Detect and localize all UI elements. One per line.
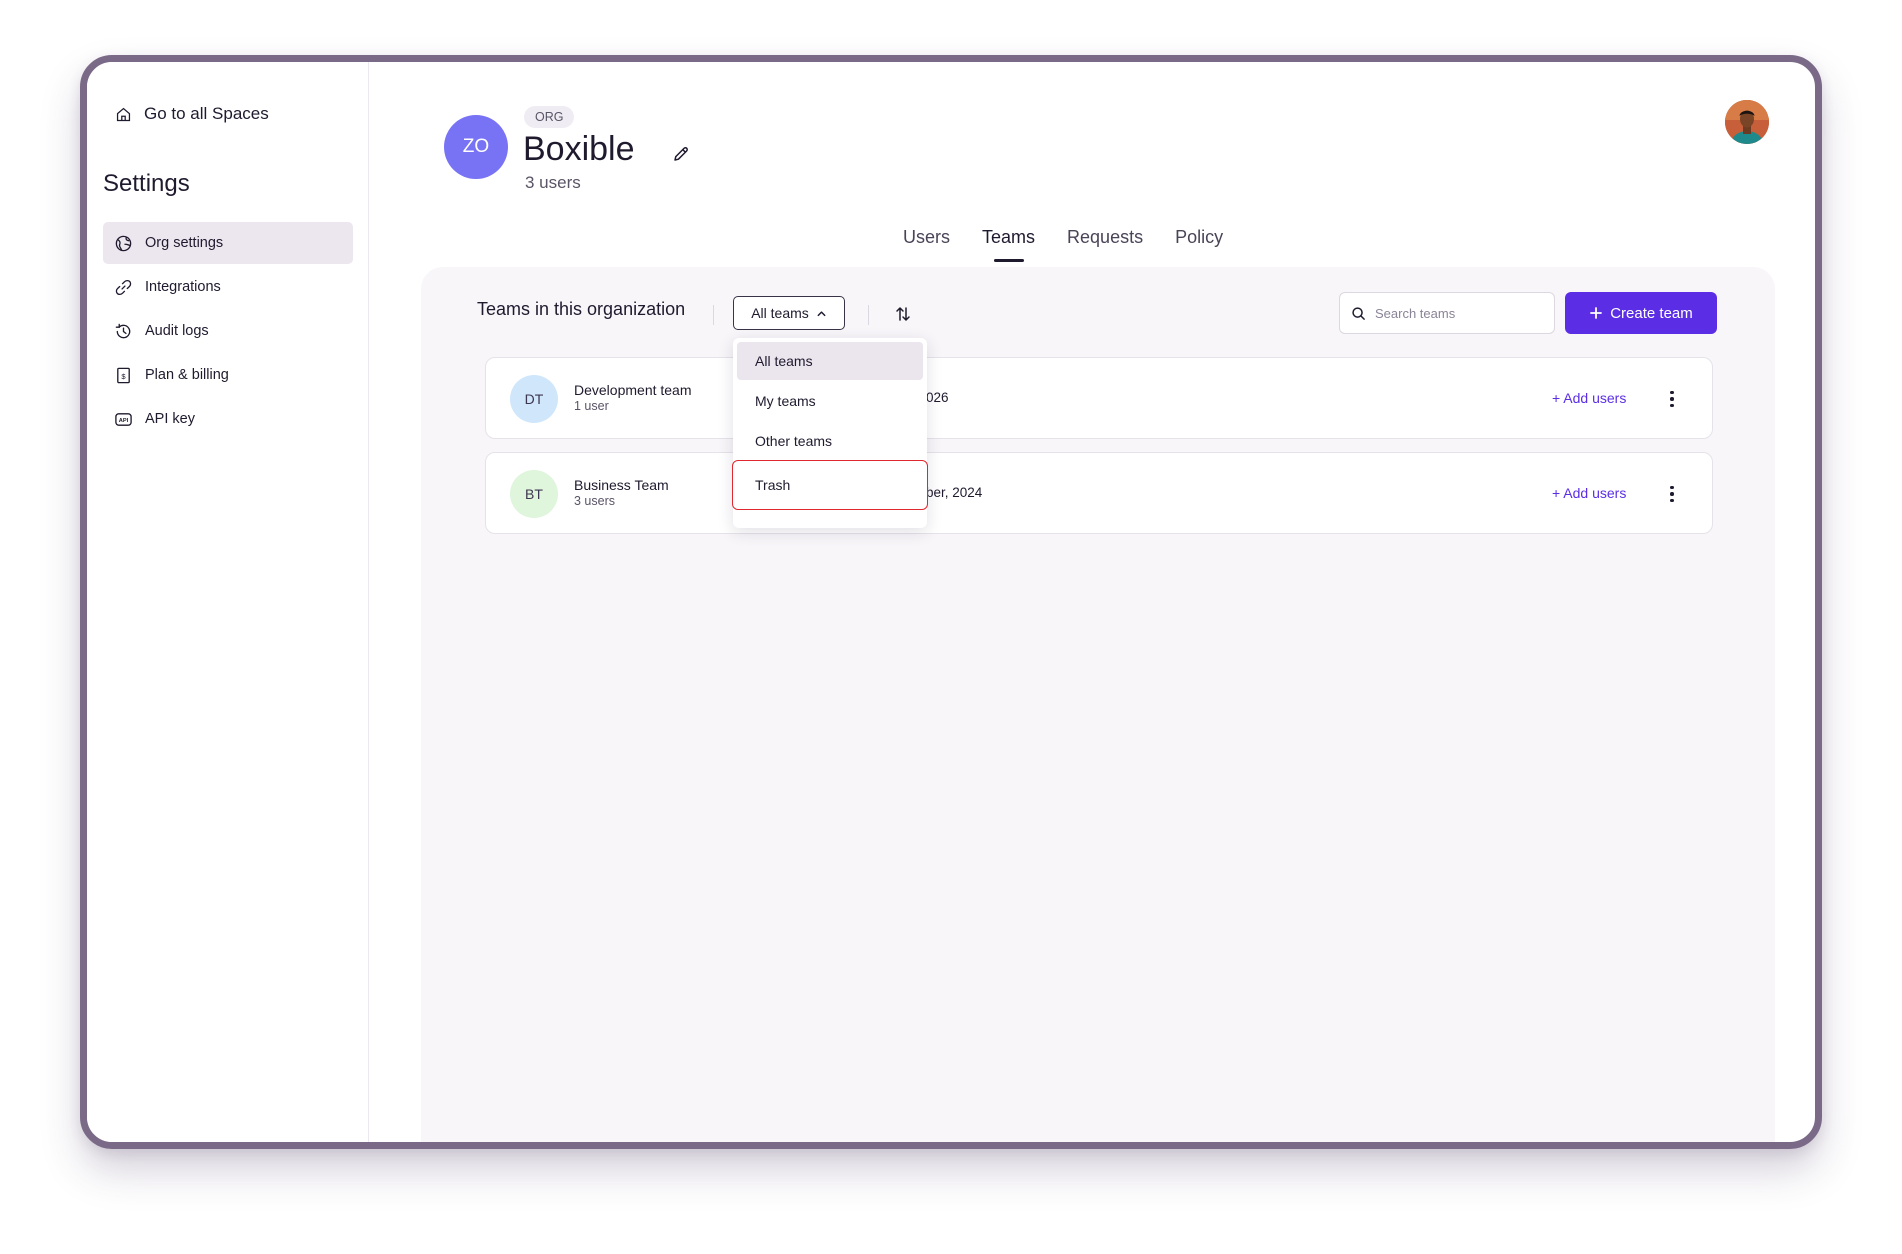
team-avatar: BT bbox=[510, 470, 558, 518]
user-photo-icon bbox=[1725, 100, 1769, 144]
team-name: Development team bbox=[574, 382, 692, 398]
app-window: Go to all Spaces Settings Org settings I… bbox=[80, 55, 1822, 1149]
menu-item-all-teams[interactable]: All teams bbox=[737, 342, 923, 380]
teams-panel: Teams in this organization All teams Cre… bbox=[421, 267, 1775, 1142]
team-filter-dropdown[interactable]: All teams bbox=[733, 296, 845, 330]
sidebar-item-label: Org settings bbox=[145, 235, 224, 251]
sidebar-item-label: Integrations bbox=[145, 279, 221, 295]
create-team-label: Create team bbox=[1610, 304, 1693, 322]
sidebar-item-label: Plan & billing bbox=[145, 367, 229, 383]
more-options-icon[interactable] bbox=[1662, 386, 1682, 412]
go-to-all-spaces-link[interactable]: Go to all Spaces bbox=[115, 104, 269, 124]
team-user-count: 3 users bbox=[574, 494, 615, 508]
org-user-count: 3 users bbox=[525, 173, 581, 192]
sidebar-item-api-key[interactable]: API API key bbox=[103, 398, 353, 440]
tab-teams[interactable]: Teams bbox=[982, 227, 1035, 262]
plus-icon bbox=[1590, 307, 1603, 319]
svg-text:$: $ bbox=[121, 371, 126, 380]
org-badge: ORG bbox=[524, 106, 575, 128]
main-content: ZO ORG Boxible 3 users Users Teams Reque… bbox=[369, 62, 1815, 1142]
go-to-all-spaces-label: Go to all Spaces bbox=[144, 104, 269, 123]
team-name: Business Team bbox=[574, 477, 669, 493]
divider bbox=[713, 305, 714, 325]
api-key-icon: API bbox=[115, 412, 132, 426]
tab-requests[interactable]: Requests bbox=[1067, 227, 1143, 262]
chevron-up-icon bbox=[817, 310, 826, 316]
org-avatar: ZO bbox=[444, 115, 508, 179]
team-filter-label: All teams bbox=[751, 305, 809, 321]
divider bbox=[868, 305, 869, 325]
tab-bar: Users Teams Requests Policy bbox=[903, 227, 1223, 262]
org-settings-icon bbox=[115, 235, 132, 251]
sidebar-item-plan-billing[interactable]: $ Plan & billing bbox=[103, 354, 353, 396]
search-icon bbox=[1352, 306, 1365, 320]
teams-panel-title: Teams in this organization bbox=[477, 299, 686, 319]
team-user-count: 1 user bbox=[574, 399, 609, 413]
org-name: Boxible bbox=[523, 130, 635, 168]
tab-users[interactable]: Users bbox=[903, 227, 950, 262]
search-teams-input[interactable] bbox=[1375, 305, 1545, 321]
team-avatar: DT bbox=[510, 375, 558, 423]
sidebar-item-label: API key bbox=[145, 411, 195, 427]
menu-item-other-teams[interactable]: Other teams bbox=[737, 422, 923, 460]
team-row[interactable]: DT Development team 1 user 026 + Add use… bbox=[485, 357, 1713, 439]
pencil-icon[interactable] bbox=[671, 144, 691, 164]
team-filter-menu: All teams My teams Other teams Trash bbox=[732, 338, 928, 528]
team-row[interactable]: BT Business Team 3 users ber, 2024 + Add… bbox=[485, 452, 1713, 534]
settings-nav: Org settings Integrations Audit logs $ P… bbox=[103, 222, 353, 442]
user-avatar[interactable] bbox=[1725, 100, 1769, 144]
add-users-link[interactable]: + Add users bbox=[1552, 390, 1626, 406]
sidebar-item-integrations[interactable]: Integrations bbox=[103, 266, 353, 308]
billing-icon: $ bbox=[117, 367, 130, 383]
team-created-date: ber, 2024 bbox=[926, 485, 983, 500]
tab-policy[interactable]: Policy bbox=[1175, 227, 1223, 262]
link-icon bbox=[115, 279, 132, 295]
home-icon bbox=[116, 107, 131, 121]
sidebar-item-label: Audit logs bbox=[145, 323, 209, 339]
menu-item-my-teams[interactable]: My teams bbox=[737, 382, 923, 420]
history-icon bbox=[115, 323, 131, 338]
search-teams-field[interactable] bbox=[1339, 292, 1555, 334]
sidebar-item-org-settings[interactable]: Org settings bbox=[103, 222, 353, 264]
sort-icon[interactable] bbox=[893, 304, 913, 324]
sidebar-item-audit-logs[interactable]: Audit logs bbox=[103, 310, 353, 352]
menu-item-trash[interactable]: Trash bbox=[732, 460, 928, 510]
sidebar: Go to all Spaces Settings Org settings I… bbox=[87, 62, 369, 1142]
create-team-button[interactable]: Create team bbox=[1565, 292, 1717, 334]
add-users-link[interactable]: + Add users bbox=[1552, 485, 1626, 501]
svg-text:API: API bbox=[119, 417, 129, 423]
team-created-date: 026 bbox=[926, 390, 949, 405]
more-options-icon[interactable] bbox=[1662, 481, 1682, 507]
settings-title: Settings bbox=[103, 170, 190, 197]
